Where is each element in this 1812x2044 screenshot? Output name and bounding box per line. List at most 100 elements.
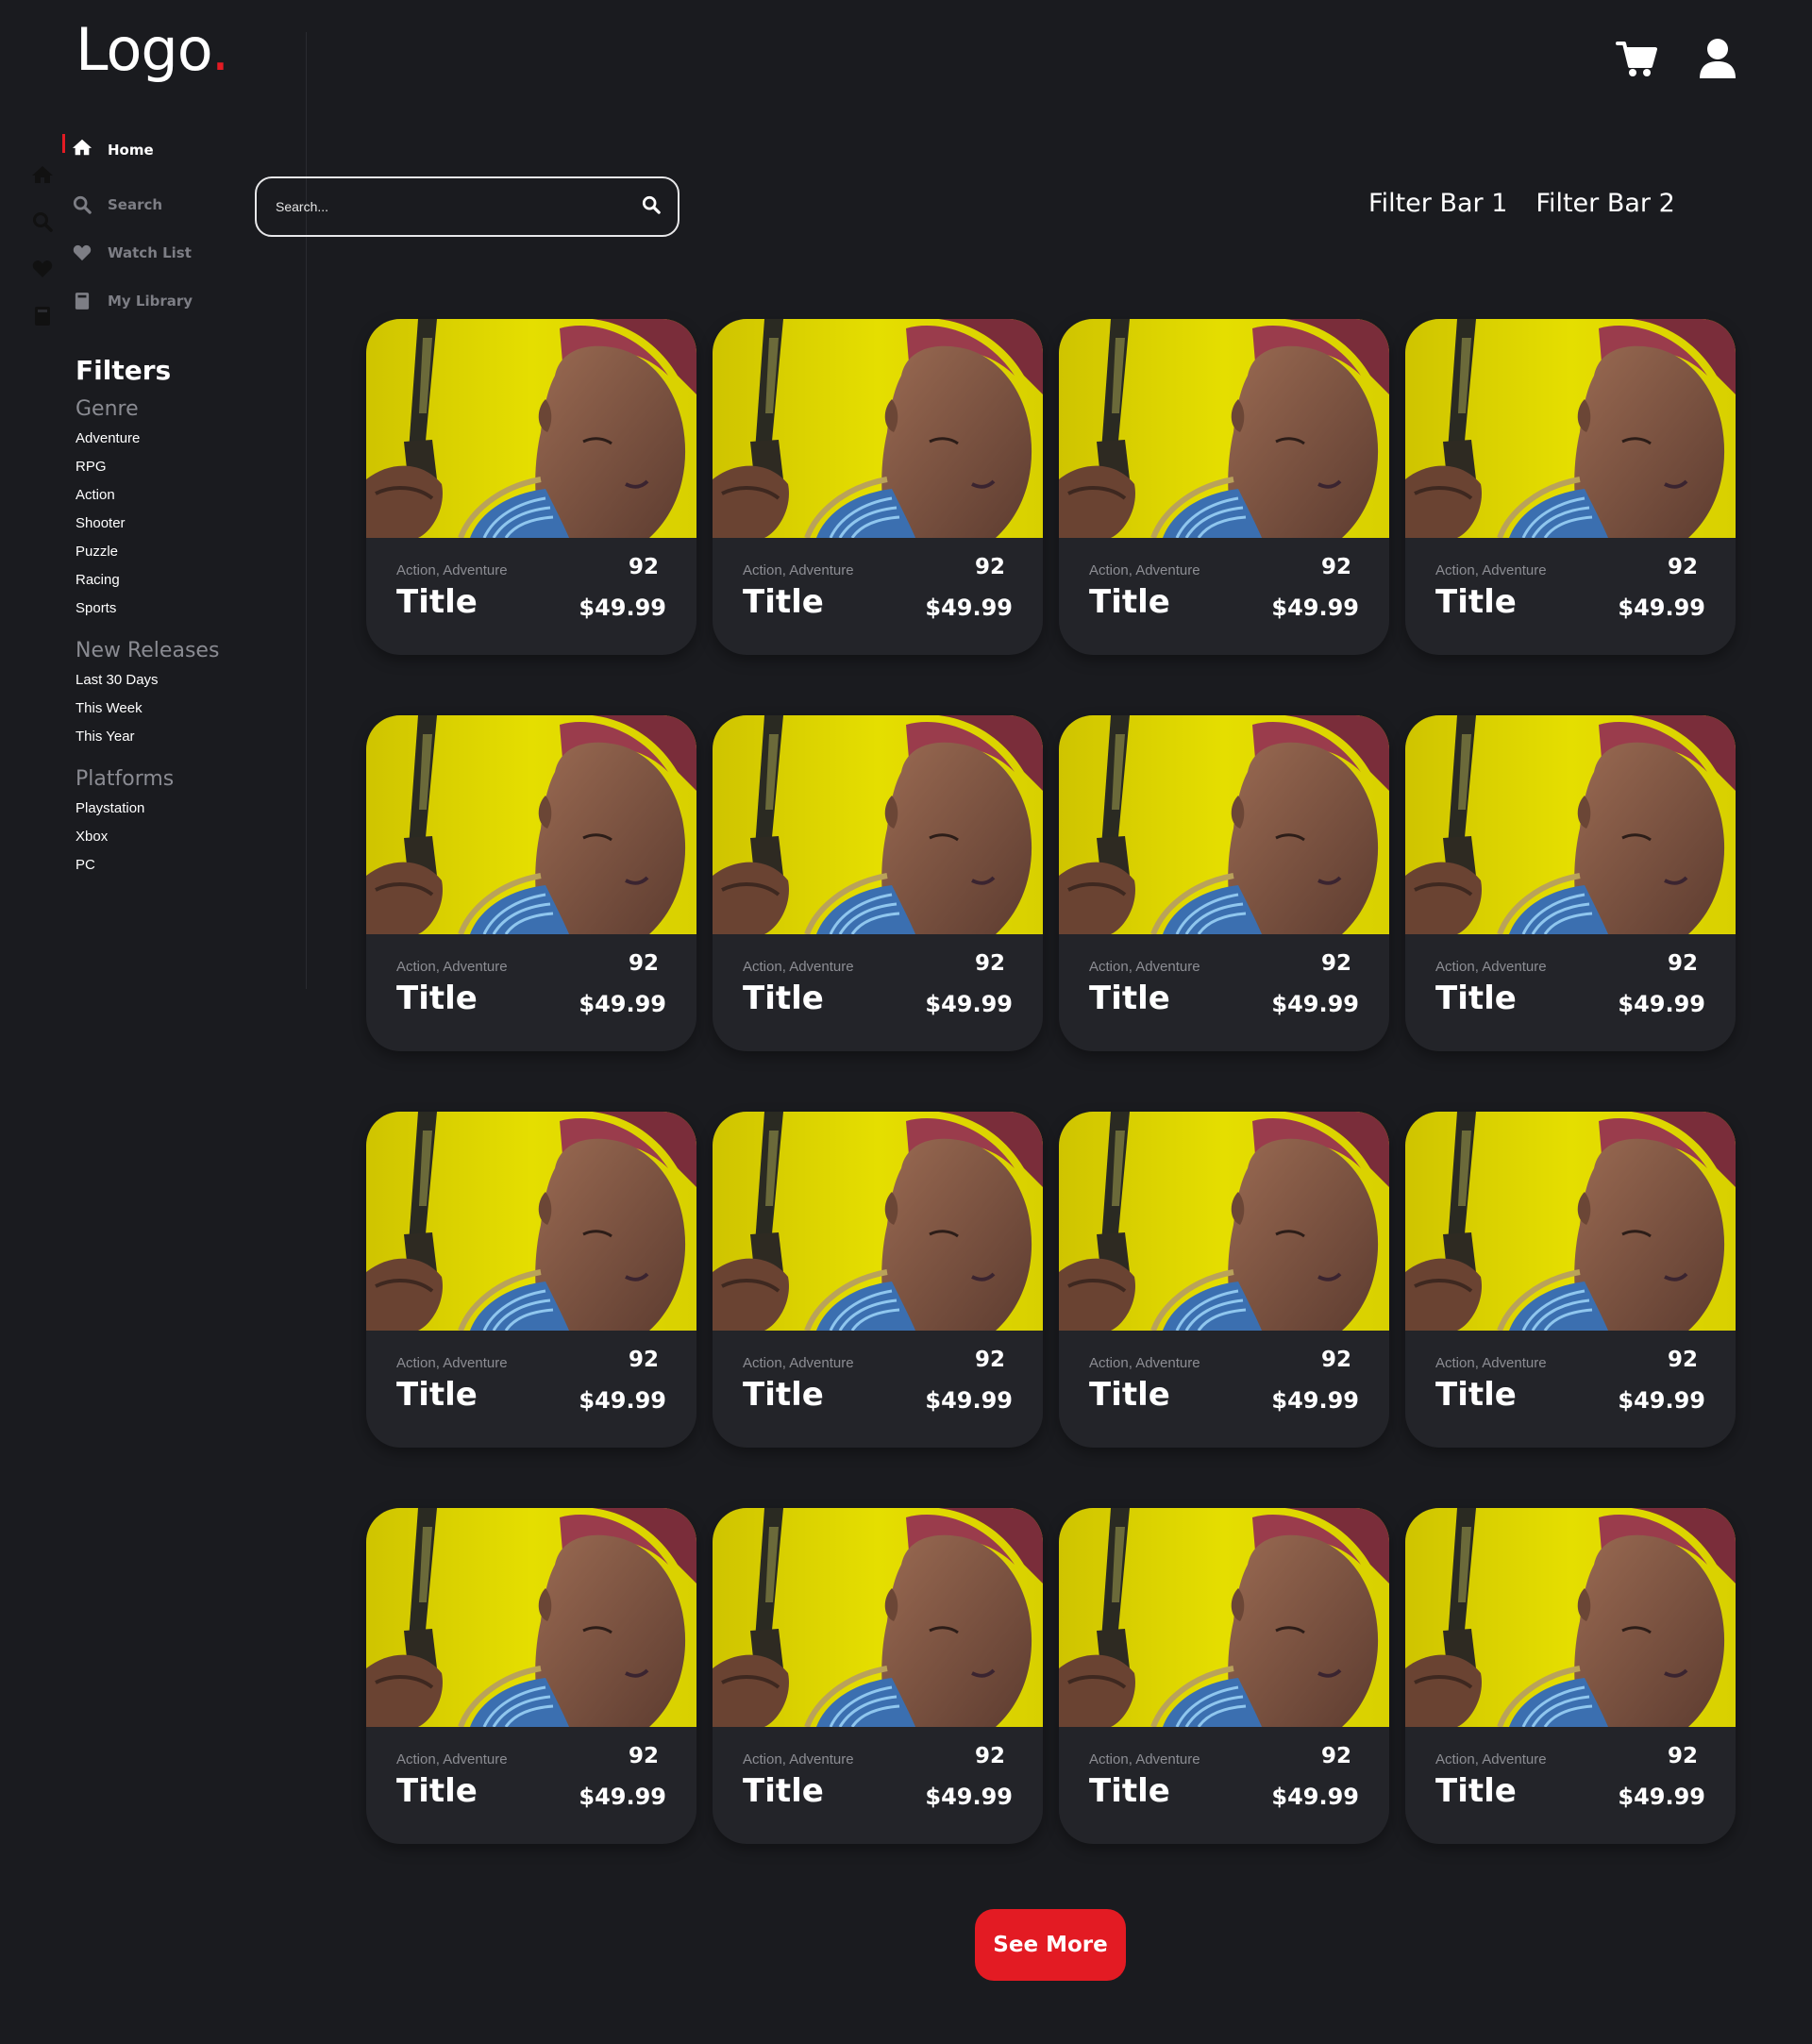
sidebar-item-label: Search [108, 195, 163, 213]
filter-option[interactable]: RPG [76, 453, 219, 481]
sidebar-item-home[interactable]: Home [62, 132, 193, 180]
game-cover-image [1059, 319, 1389, 538]
game-card[interactable]: Action, Adventure 92 Title $49.99 [713, 1508, 1043, 1844]
filter-option[interactable]: Xbox [76, 823, 219, 851]
card-title: Title [743, 1376, 824, 1414]
logo-text: Logo [76, 15, 212, 84]
logo[interactable]: Logo. [76, 21, 229, 79]
game-card[interactable]: Action, Adventure 92 Title $49.99 [1059, 715, 1389, 1051]
card-title: Title [1089, 583, 1170, 621]
card-price: $49.99 [925, 991, 1013, 1017]
card-price: $49.99 [925, 1784, 1013, 1810]
card-price: $49.99 [1618, 1387, 1705, 1414]
game-card[interactable]: Action, Adventure 92 Title $49.99 [366, 715, 696, 1051]
book-icon [72, 291, 92, 311]
filter-option[interactable]: Last 30 Days [76, 666, 219, 695]
game-card[interactable]: Action, Adventure 92 Title $49.99 [713, 1112, 1043, 1448]
card-price: $49.99 [1271, 1387, 1359, 1414]
game-cover-image [366, 1508, 696, 1727]
game-cover-image [1405, 715, 1736, 934]
card-genre: Action, Adventure [1435, 959, 1547, 975]
game-card[interactable]: Action, Adventure 92 Title $49.99 [713, 319, 1043, 655]
card-price: $49.99 [579, 991, 666, 1017]
cart-icon[interactable] [1616, 40, 1657, 77]
search-icon[interactable] [30, 209, 55, 234]
card-title: Title [1089, 980, 1170, 1017]
filters-title: Filters [76, 355, 172, 386]
card-title: Title [1435, 1376, 1517, 1414]
book-icon[interactable] [30, 304, 55, 328]
game-cover-image [366, 1112, 696, 1331]
sidebar-item-label: Home [108, 141, 154, 159]
game-cover-image [1059, 1112, 1389, 1331]
game-card[interactable]: Action, Adventure 92 Title $49.99 [1059, 1112, 1389, 1448]
game-card[interactable]: Action, Adventure 92 Title $49.99 [1405, 319, 1736, 655]
game-card[interactable]: Action, Adventure 92 Title $49.99 [1059, 319, 1389, 655]
card-score: 92 [628, 1348, 659, 1372]
filter-option[interactable]: This Week [76, 695, 219, 723]
filter-option[interactable]: Puzzle [76, 538, 219, 566]
card-genre: Action, Adventure [1089, 1751, 1200, 1768]
game-card[interactable]: Action, Adventure 92 Title $49.99 [366, 1508, 696, 1844]
game-card[interactable]: Action, Adventure 92 Title $49.99 [1405, 715, 1736, 1051]
sidebar-nav: Home Search Watch List My Library [62, 132, 193, 325]
header-actions [1616, 38, 1736, 79]
game-card[interactable]: Action, Adventure 92 Title $49.99 [1405, 1112, 1736, 1448]
card-genre: Action, Adventure [743, 1751, 854, 1768]
card-genre: Action, Adventure [1435, 562, 1547, 578]
filter-option[interactable]: Shooter [76, 510, 219, 538]
user-icon[interactable] [1699, 38, 1736, 79]
filter-option[interactable]: Adventure [76, 425, 219, 453]
filter-option[interactable]: Action [76, 481, 219, 510]
game-card[interactable]: Action, Adventure 92 Title $49.99 [713, 715, 1043, 1051]
filter-option[interactable]: This Year [76, 723, 219, 751]
game-card[interactable]: Action, Adventure 92 Title $49.99 [366, 1112, 696, 1448]
sidebar-item-my-library[interactable]: My Library [62, 276, 193, 325]
card-score: 92 [1320, 951, 1351, 976]
card-score: 92 [1320, 1744, 1351, 1768]
card-title: Title [743, 583, 824, 621]
sidebar-item-label: Watch List [108, 243, 192, 261]
filter-option[interactable]: Sports [76, 595, 219, 623]
genre-group: Genre Adventure RPG Action Shooter Puzzl… [76, 394, 219, 623]
card-score: 92 [974, 951, 1005, 976]
card-title: Title [1435, 583, 1517, 621]
search-input[interactable] [274, 198, 642, 215]
game-cover-image [713, 1508, 1043, 1727]
game-cover-image [1405, 319, 1736, 538]
game-card[interactable]: Action, Adventure 92 Title $49.99 [1059, 1508, 1389, 1844]
filter-option[interactable]: Playstation [76, 795, 219, 823]
card-score: 92 [1667, 1348, 1698, 1372]
card-score: 92 [1320, 555, 1351, 579]
game-card[interactable]: Action, Adventure 92 Title $49.99 [366, 319, 696, 655]
genre-heading: Genre [76, 397, 139, 421]
game-card[interactable]: Action, Adventure 92 Title $49.99 [1405, 1508, 1736, 1844]
sidebar-item-search[interactable]: Search [62, 180, 193, 228]
see-more-button[interactable]: See More [975, 1909, 1126, 1981]
card-title: Title [396, 1376, 478, 1414]
search-icon [72, 194, 92, 215]
heart-icon[interactable] [30, 257, 55, 281]
filter-bar-2[interactable]: Filter Bar 2 [1535, 189, 1674, 218]
card-title: Title [743, 1772, 824, 1810]
search-icon[interactable] [642, 195, 661, 219]
card-score: 92 [1667, 1744, 1698, 1768]
game-cover-image [1059, 715, 1389, 934]
filter-bar-1[interactable]: Filter Bar 1 [1368, 189, 1507, 218]
new-releases-group: New Releases Last 30 Days This Week This… [76, 636, 219, 751]
card-price: $49.99 [1618, 595, 1705, 621]
card-price: $49.99 [925, 595, 1013, 621]
card-score: 92 [974, 1744, 1005, 1768]
filter-option[interactable]: PC [76, 851, 219, 880]
card-genre: Action, Adventure [396, 959, 508, 975]
sidebar-item-watch-list[interactable]: Watch List [62, 228, 193, 276]
card-price: $49.99 [579, 1784, 666, 1810]
home-icon[interactable] [30, 162, 55, 187]
card-price: $49.99 [1618, 991, 1705, 1017]
card-genre: Action, Adventure [1435, 1355, 1547, 1371]
filter-option[interactable]: Racing [76, 566, 219, 595]
card-price: $49.99 [579, 1387, 666, 1414]
card-price: $49.99 [579, 595, 666, 621]
card-score: 92 [1320, 1348, 1351, 1372]
game-cover-image [1405, 1112, 1736, 1331]
